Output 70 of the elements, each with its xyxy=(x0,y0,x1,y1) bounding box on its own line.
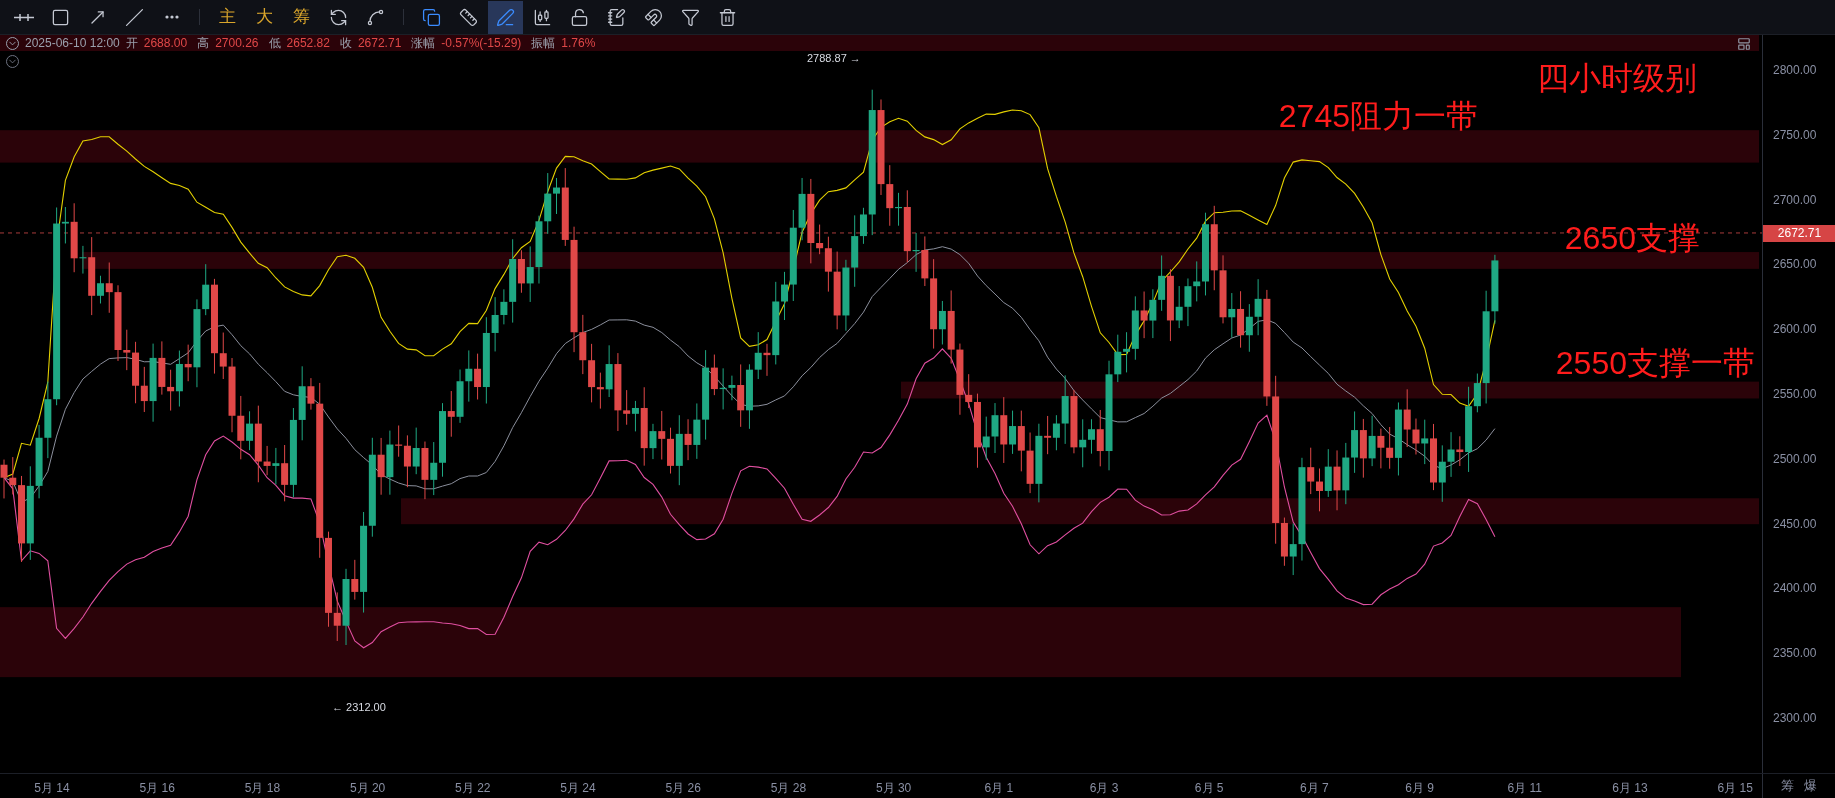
curve-line-icon xyxy=(366,7,385,27)
x-axis-label: 6月 3 xyxy=(1089,780,1119,797)
y-axis-label: 2300.00 xyxy=(1773,710,1817,727)
x-axis-label: 5月 22 xyxy=(455,780,491,797)
rectangle-icon xyxy=(51,7,70,27)
unlock-icon xyxy=(570,7,589,27)
field-label: 收 xyxy=(339,37,352,49)
chart-annotation: 2650支撑 xyxy=(1564,222,1700,254)
segment-line-icon xyxy=(125,7,144,27)
y-axis-label: 2350.00 xyxy=(1773,645,1817,663)
field-label: 低 xyxy=(268,37,281,49)
x-axis-label: 6月 1 xyxy=(984,780,1014,797)
axis-toggle-button[interactable]: 筹 xyxy=(1781,776,1794,796)
field-label: 高 xyxy=(197,37,210,49)
chart-annotation: 2550支撑一带 xyxy=(1555,347,1755,379)
field-label: 涨幅 xyxy=(411,37,436,49)
x-axis-label: 5月 30 xyxy=(875,780,912,797)
x-axis-label: 5月 16 xyxy=(139,780,175,797)
ruler-icon xyxy=(459,7,478,27)
trash-icon xyxy=(718,7,737,27)
y-axis-label: 2500.00 xyxy=(1773,450,1817,468)
x-axis-label: 5月 24 xyxy=(560,780,596,797)
field-value: 1.76% xyxy=(561,37,596,49)
field-value: 2672.71 xyxy=(357,37,402,49)
x-axis-label: 6月 11 xyxy=(1507,780,1543,797)
current-price-tag: 2672.71 xyxy=(1763,224,1835,242)
more-icon xyxy=(164,15,179,19)
x-axis-label: 6月 5 xyxy=(1194,780,1224,797)
x-axis-label: 5月 14 xyxy=(34,780,70,797)
refresh-icon xyxy=(329,7,348,27)
pen-icon xyxy=(496,7,515,27)
datetime-text: 2025-06-10 12:00 xyxy=(25,37,120,49)
horizontal-line-icon xyxy=(13,13,34,21)
axis-toggle-button[interactable]: 爆 xyxy=(1804,776,1817,796)
chart-annotation: 2745阻力一带 xyxy=(1278,100,1478,132)
low-price-label: ← 2312.00 xyxy=(332,700,386,716)
toolbar-button[interactable]: 大 xyxy=(247,0,282,34)
y-axis-label: 2800.00 xyxy=(1773,62,1817,79)
field-value: -0.57%(-15.29) xyxy=(441,37,522,49)
field-label: 振幅 xyxy=(531,37,556,49)
x-axis-label: 5月 18 xyxy=(244,780,281,797)
y-axis-label: 2550.00 xyxy=(1773,386,1817,403)
field-value: 2700.26 xyxy=(215,37,259,49)
x-axis-label: 5月 20 xyxy=(349,780,386,797)
note-icon xyxy=(607,7,626,27)
y-axis-label: 2600.00 xyxy=(1773,321,1817,339)
toolbar-button[interactable]: 筹 xyxy=(284,0,319,34)
layout-icon[interactable] xyxy=(1737,37,1751,51)
x-axis-label: 5月 26 xyxy=(665,780,701,797)
magnet-icon xyxy=(644,7,663,27)
y-axis-label: 2450.00 xyxy=(1773,515,1817,533)
filter-icon xyxy=(681,7,700,27)
x-axis-label: 6月 9 xyxy=(1405,780,1434,797)
toolbar-button[interactable]: 主 xyxy=(210,0,245,34)
y-axis-label: 2400.00 xyxy=(1773,580,1817,598)
copy-icon xyxy=(422,7,441,27)
candlestick-icon xyxy=(533,7,552,27)
high-price-label: 2788.87 → xyxy=(807,51,861,67)
x-axis-label: 5月 28 xyxy=(770,780,807,797)
chart-annotation: 四小时级别 xyxy=(1537,62,1697,94)
y-axis-label: 2700.00 xyxy=(1773,191,1817,209)
x-axis-label: 6月 15 xyxy=(1717,780,1753,797)
x-axis-label: 6月 7 xyxy=(1300,780,1329,797)
field-label: 开 xyxy=(125,37,138,49)
y-axis-label: 2650.00 xyxy=(1773,256,1817,274)
field-value: 2652.82 xyxy=(286,37,330,49)
y-axis-label: 2750.00 xyxy=(1773,126,1817,144)
x-axis-label: 6月 13 xyxy=(1612,780,1648,797)
toolbar-button[interactable] xyxy=(488,0,523,34)
field-value: 2688.00 xyxy=(143,37,188,49)
